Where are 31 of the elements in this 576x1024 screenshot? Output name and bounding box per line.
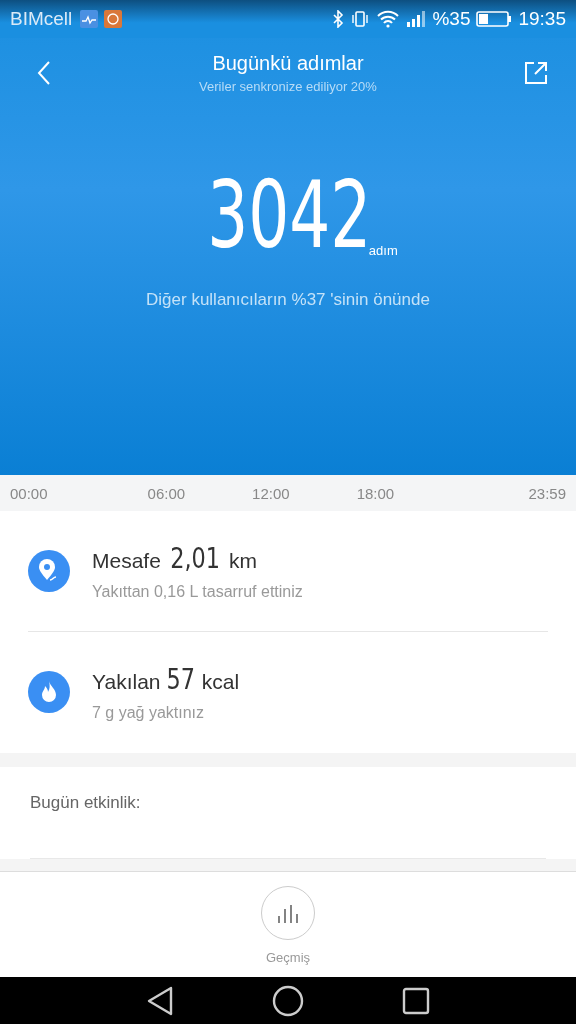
ranking-text: Diğer kullanıcıların %37 'sinin önünde [145,290,431,310]
health-app-icon [80,10,99,28]
sync-status: Veriler senkronize ediliyor 20% [198,79,378,94]
time-label: 00:00 [10,484,48,502]
battery-percent: %35 [432,8,471,30]
bar-chart-icon [276,903,300,923]
screen-title: Bugünkü adımlar [211,52,365,75]
stat-note: Yakıttan 0,16 L tasarruf ettiniz [92,582,303,601]
time-label: 18:00 [356,484,395,502]
home-nav-icon[interactable] [272,984,304,1017]
location-pin-icon [28,550,70,592]
recents-nav-icon[interactable] [402,986,430,1015]
wifi-icon [376,10,401,28]
time-label: 12:00 [252,484,290,502]
history-button[interactable] [261,886,315,940]
stat-value: Mesafe 2,01 km [92,541,258,575]
stat-value: Yakılan 57 kcal [92,662,240,696]
time-label: 06:00 [147,484,186,502]
carrier-name: BIMcell [10,8,73,30]
back-nav-icon[interactable] [146,985,174,1016]
history-label: Geçmiş [265,950,311,965]
battery-icon [476,10,513,28]
vibrate-icon [350,10,371,28]
time-label: 23:59 [528,484,566,502]
clock: 19:35 [518,8,566,30]
flame-icon [28,671,70,713]
app-icon [104,10,123,28]
activity-title: Bugün etkinlik: [30,793,142,814]
bluetooth-icon [332,10,345,28]
signal-icon [406,10,427,28]
stat-note: 7 g yağ yaktınız [92,703,206,722]
